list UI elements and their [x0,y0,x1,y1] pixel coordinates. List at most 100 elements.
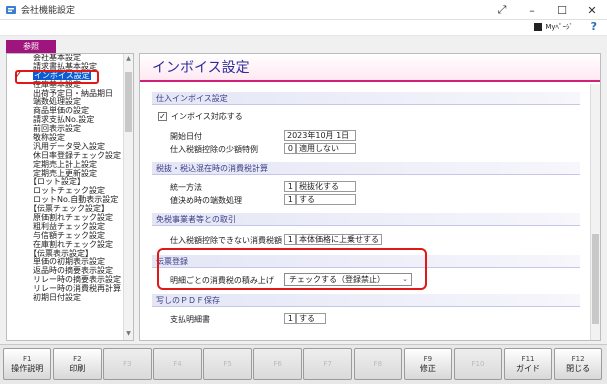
fkey-action-label: ガイド [516,363,541,373]
fkey-f9-button[interactable]: F9 修正 [403,348,453,380]
small-deduction-row: 仕入税額控除の少額特例 [170,143,258,155]
fkey-f12-button[interactable]: F12 閉じる [553,348,603,380]
sidebar-item-label: 与信額チェック設定 [33,230,105,240]
sub-toolbar: Myﾍﾟｰｼﾞ ? [0,20,607,36]
scroll-down-icon[interactable]: ▼ [124,330,133,339]
sidebar-item-label: 在庫割れチェック設定 [33,239,113,249]
rounding-code[interactable]: 1 [284,194,296,205]
fkey-f1-button[interactable]: F1 操作説明 [3,348,52,380]
pdf-value: する [296,313,326,324]
fkey-f10-button: F10 [453,348,503,380]
start-date-field[interactable]: 2023年10月 1日 [284,130,356,141]
small-deduction-code[interactable]: 0 [284,143,296,154]
unify-label: 統一方法 [170,182,202,192]
sidebar-item-label: リレー時の消費税再計算 [33,284,121,294]
sidebar: 会社基本設定 請求書払基本設定 インボイス設定 在庫基本設定 出荷予定日・納品期日 端数処… [6,53,134,341]
rounding-label: 値決め時の端数処理 [170,195,242,205]
invoice-support-checkbox[interactable]: ✓ [158,111,167,121]
maximize-button[interactable]: ☐ [547,0,577,20]
fkey-key-label: F6 [273,360,282,368]
sidebar-item[interactable]: 初期日付設定 [7,293,133,303]
fkey-action-label: 印刷 [69,363,86,373]
fkey-key-label: F10 [471,360,485,368]
main-scrollbar[interactable] [590,84,600,340]
sidebar-item-label: 初期日付設定 [33,293,81,303]
rounding-row: 値決め時の端数処理 [170,194,242,206]
fkey-f11-button[interactable]: F11 ガイド [503,348,553,380]
app-icon [6,5,16,14]
fkey-f2-button[interactable]: F2 印刷 [53,348,102,380]
grid-icon [534,23,543,31]
fkey-key-label: F9 [423,354,433,363]
rounding-value: する [296,194,356,205]
page-header: インボイス設定 [140,54,600,82]
fkey-key-label: F7 [323,360,332,368]
start-date-label: 開始日付 [170,131,202,141]
unify-code[interactable]: 1 [284,181,296,192]
sidebar-item-label: 汎用データ受入設定 [33,141,105,151]
sidebar-scrollbar[interactable]: ▲ ▼ [123,54,133,340]
fkey-key-label: F11 [521,354,535,363]
sidebar-item-label: リレー時の摘要表示設定 [33,275,121,285]
fkey-f5-button: F5 [203,348,252,380]
fkey-key-label: F8 [373,360,383,368]
my-page-link[interactable]: Myﾍﾟｰｼﾞ [534,22,573,32]
sidebar-item-label: 粗利益チェック設定 [33,221,105,231]
sidebar-item-label: 商品単価の設定 [33,106,89,116]
resize-icon[interactable]: ⤢ [487,0,517,20]
minimize-button[interactable]: – [517,0,547,20]
help-icon[interactable]: ? [591,20,597,33]
fkey-key-label: F5 [223,360,232,368]
exempt-code[interactable]: 1 [284,234,296,245]
section-exempt: 免税事業者等との取引 [152,213,580,226]
scroll-thumb[interactable] [125,72,132,132]
my-page-label: Myﾍﾟｰｼﾞ [545,23,573,31]
pdf-code[interactable]: 1 [284,313,296,324]
invoice-support-label: インボイス対応する [171,111,243,121]
window-controls: ⤢ – ☐ ✕ [487,0,607,20]
small-deduction-label: 仕入税額控除の少額特例 [170,144,258,154]
sidebar-item-label: 【伝票チェック設定】 [29,204,109,214]
start-date-row: 開始日付 [170,130,202,142]
section-purchase-invoice: 仕入インボイス設定 [152,92,580,105]
pdf-label: 支払明細書 [170,314,210,324]
sidebar-item-label: 敬称設定 [33,133,65,143]
unify-row: 統一方法 [170,181,202,193]
main-panel: インボイス設定 仕入インボイス設定 ✓ インボイス対応する 開始日付 2023年… [139,53,601,341]
sidebar-item-label: 原価割れチェック設定 [33,213,113,223]
fkey-key-label: F12 [571,354,585,363]
fkey-f6-button: F6 [253,348,302,380]
fkey-action-label: 閉じる [566,363,591,373]
page-title: インボイス設定 [152,60,250,76]
fkey-key-label: F3 [123,360,132,368]
main-scroll-thumb[interactable] [592,234,599,324]
sidebar-item-label: ロットNo.自動表示設定 [33,195,119,205]
sidebar-list: 会社基本設定 請求書払基本設定 インボイス設定 在庫基本設定 出荷予定日・納品期日 端数処… [7,54,133,303]
exempt-row: 仕入税額控除できない消費税額 [170,234,282,246]
fkey-f4-button: F4 [153,348,202,380]
fkey-action-label: 修正 [419,363,436,373]
sidebar-item-label: 請求支払No.設定 [33,115,95,125]
nav-tab[interactable]: 参照 [6,40,56,53]
unify-value: 税抜化する [296,181,356,192]
highlight-box-slip [157,248,427,290]
scroll-up-icon[interactable]: ▲ [124,55,133,64]
section-tax-mixed: 税抜・税込混在時の消費税計算 [152,162,580,175]
fkey-key-label: F2 [73,354,82,363]
pdf-row: 支払明細書 [170,313,210,325]
fkey-f8-button: F8 [353,348,403,380]
fkey-f7-button: F7 [303,348,352,380]
highlight-box-sidebar [15,70,99,84]
fkey-action-label: 操作説明 [11,363,44,373]
close-button[interactable]: ✕ [577,0,607,20]
sidebar-item-label: 休日率登録チェック設定 [33,150,121,160]
title-bar: 会社機能設定 ⤢ – ☐ ✕ [0,0,607,20]
exempt-value: 本体価格に上乗せする [296,234,382,245]
fkey-key-label: F1 [23,354,32,363]
sidebar-item-label: 定期売上計上設定 [33,159,97,169]
exempt-label: 仕入税額控除できない消費税額 [170,235,282,245]
function-key-bar: F1 操作説明 F2 印刷 F3 F4 F5 F6 F7 F8 F9 修正 F10 F11 ガイド F12 閉じ… [0,344,607,384]
checkmark-icon: ✓ [14,70,23,81]
sidebar-item[interactable]: 前回表示設定 [7,124,133,134]
invoice-support-row[interactable]: ✓ インボイス対応する [158,110,243,122]
